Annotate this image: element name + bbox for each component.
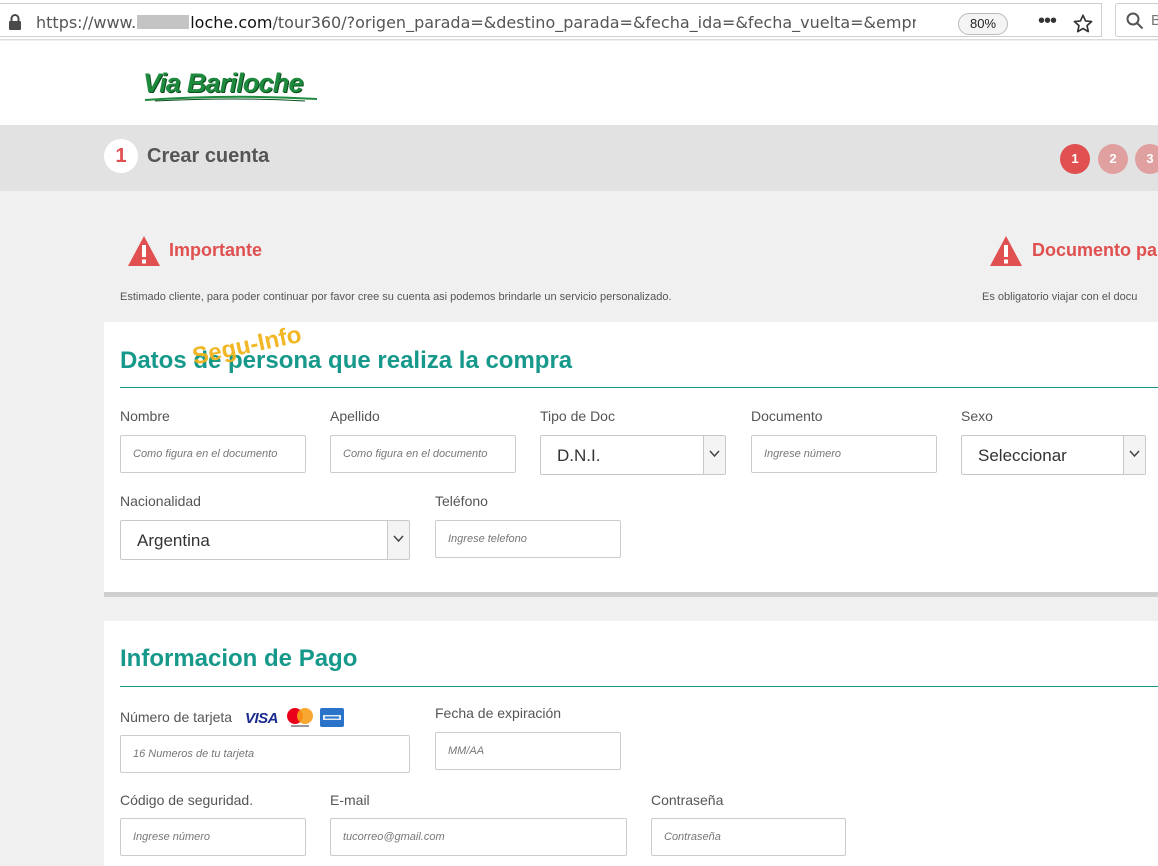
buyer-section-title: Datos de persona que realiza la compra <box>120 347 573 374</box>
step-dot-3[interactable]: 3 <box>1135 144 1158 174</box>
warning-icon <box>990 236 1022 266</box>
browser-search-box[interactable]: B <box>1115 3 1158 37</box>
lock-icon <box>9 14 21 30</box>
sexo-label: Sexo <box>961 408 993 424</box>
expiracion-label: Fecha de expiración <box>435 705 562 721</box>
apellido-placeholder: Como figura en el documento <box>343 448 488 460</box>
expiracion-placeholder: MM/AA <box>448 745 485 757</box>
sexo-value: Seleccionar <box>978 446 1067 465</box>
section-divider <box>120 387 1158 388</box>
logo-swoosh <box>145 95 317 102</box>
contrasena-label: Contraseña <box>651 792 724 808</box>
url-text: https://www. loche.com/tour360/?origen_pa… <box>36 13 916 32</box>
url-host: loche.com <box>190 13 273 32</box>
step-dot-2[interactable]: 2 <box>1098 144 1128 174</box>
site-header: Via Bariloche <box>0 41 1158 125</box>
page-actions-menu-button[interactable]: ••• <box>1038 10 1057 33</box>
chevron-down-icon[interactable] <box>387 521 409 559</box>
nombre-label: Nombre <box>120 408 170 424</box>
telefono-placeholder: Ingrese telefono <box>448 533 527 545</box>
notice-text-documento: Es obligatorio viajar con el docu <box>982 291 1138 303</box>
tipo-doc-select[interactable]: D.N.I. <box>540 435 726 475</box>
documento-placeholder: Ingrese número <box>764 448 842 460</box>
email-placeholder: tucorreo@gmail.com <box>343 831 445 843</box>
bookmark-star-icon[interactable] <box>1072 13 1094 35</box>
nacionalidad-select[interactable]: Argentina <box>120 520 410 560</box>
email-label: E-mail <box>330 792 370 808</box>
url-prefix: https://www. <box>36 13 137 32</box>
codigo-input[interactable]: Ingrese número <box>120 818 306 856</box>
tipo-doc-label: Tipo de Doc <box>540 408 615 424</box>
url-path: /tour360/?origen_parada=&destino_parada=… <box>272 13 916 32</box>
nacionalidad-label: Nacionalidad <box>120 493 201 509</box>
nombre-input[interactable]: Como figura en el documento <box>120 435 306 473</box>
current-step-number: 1 <box>104 139 138 173</box>
notice-text-importante: Estimado cliente, para poder continuar p… <box>120 291 672 303</box>
checkout-steps-bar: 1 Crear cuenta 1 2 3 <box>0 125 1158 191</box>
telefono-label: Teléfono <box>435 493 488 509</box>
documento-input[interactable]: Ingrese número <box>751 435 937 473</box>
contrasena-placeholder: Contraseña <box>664 831 721 843</box>
amex-logo-icon <box>320 708 344 727</box>
email-input[interactable]: tucorreo@gmail.com <box>330 818 627 856</box>
payment-section-title: Informacion de Pago <box>120 645 358 672</box>
tarjeta-label: Número de tarjeta <box>120 709 233 725</box>
tarjeta-input[interactable]: 16 Numeros de tu tarjeta <box>120 735 410 773</box>
address-bar[interactable]: https://www. loche.com/tour360/?origen_pa… <box>0 3 1102 37</box>
chevron-down-icon[interactable] <box>1123 436 1145 474</box>
tipo-doc-value: D.N.I. <box>557 446 601 465</box>
nacionalidad-value: Argentina <box>137 531 210 550</box>
contrasena-input[interactable]: Contraseña <box>651 818 846 856</box>
current-step-title: Crear cuenta <box>147 145 270 167</box>
browser-toolbar: https://www. loche.com/tour360/?origen_pa… <box>0 0 1158 40</box>
zoom-level-badge[interactable]: 80% <box>958 13 1008 35</box>
via-bariloche-logo[interactable]: Via Bariloche <box>143 66 318 106</box>
panel-bottom-border <box>104 592 1158 597</box>
chevron-down-icon[interactable] <box>703 436 725 474</box>
expiracion-input[interactable]: MM/AA <box>435 732 621 770</box>
sexo-select[interactable]: Seleccionar <box>961 435 1146 475</box>
apellido-label: Apellido <box>330 408 380 424</box>
tarjeta-placeholder: 16 Numeros de tu tarjeta <box>133 748 255 760</box>
step-dot-1[interactable]: 1 <box>1060 144 1090 174</box>
nombre-placeholder: Como figura en el documento <box>133 448 278 460</box>
warning-icon <box>128 236 160 266</box>
documento-label: Documento <box>751 408 823 424</box>
notice-title-importante: Importante <box>169 240 263 260</box>
section-divider <box>120 686 1158 687</box>
search-box-text: B <box>1151 12 1158 29</box>
codigo-label: Código de seguridad. <box>120 792 254 808</box>
mastercard-logo-icon <box>287 708 313 727</box>
visa-logo-icon: VISA <box>245 710 279 727</box>
codigo-placeholder: Ingrese número <box>133 831 211 843</box>
notice-title-documento: Documento pa <box>1032 240 1158 260</box>
url-redaction <box>137 15 190 29</box>
telefono-input[interactable]: Ingrese telefono <box>435 520 621 558</box>
search-icon <box>1126 12 1144 30</box>
apellido-input[interactable]: Como figura en el documento <box>330 435 516 473</box>
